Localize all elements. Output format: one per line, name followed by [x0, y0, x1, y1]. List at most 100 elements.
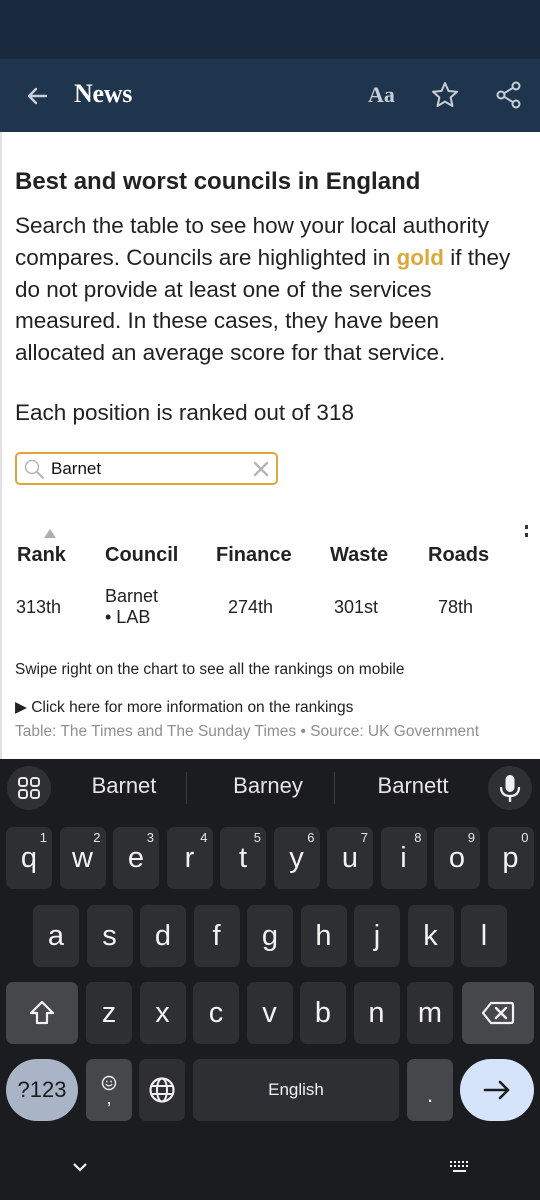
- suggestion-3[interactable]: Barnett: [343, 773, 483, 799]
- keyboard-switch-icon[interactable]: [448, 1159, 472, 1175]
- key-q[interactable]: q1: [6, 827, 52, 889]
- app-bar: News Aa: [0, 59, 540, 132]
- key-r[interactable]: r4: [166, 827, 213, 889]
- font-size-icon[interactable]: Aa: [368, 82, 395, 108]
- emoji-comma-key[interactable]: ,: [86, 1059, 132, 1121]
- key-number-hint: 7: [360, 830, 368, 845]
- backspace-key[interactable]: [462, 982, 534, 1044]
- key-h[interactable]: h: [300, 905, 347, 967]
- key-number-hint: 0: [521, 830, 529, 845]
- shift-icon: [29, 1000, 55, 1025]
- voice-input-button[interactable]: [488, 766, 532, 810]
- keyboard: Barnet Barney Barnett q1w2e3r4t5y6u7i8o9…: [0, 759, 540, 1200]
- shift-key[interactable]: [6, 982, 78, 1044]
- more-info-toggle[interactable]: ▶ Click here for more information on the…: [15, 698, 353, 717]
- column-header-council[interactable]: Council: [105, 544, 178, 567]
- column-header-roads[interactable]: Roads: [428, 544, 489, 567]
- key-number-hint: 4: [200, 830, 208, 845]
- suggestion-2[interactable]: Barney: [198, 773, 338, 799]
- gold-highlight: gold: [396, 244, 444, 270]
- sort-ascending-icon[interactable]: [44, 529, 56, 538]
- search-input[interactable]: [51, 457, 241, 481]
- cell-rank: 313th: [16, 597, 62, 617]
- swipe-note: Swipe right on the chart to see all the …: [15, 661, 405, 678]
- key-y[interactable]: y6: [273, 827, 320, 889]
- cell-roads: 78th: [438, 597, 474, 617]
- enter-key[interactable]: [460, 1059, 534, 1121]
- key-j[interactable]: j: [354, 905, 400, 967]
- key-v[interactable]: v: [246, 982, 293, 1044]
- key-number-hint: 6: [307, 830, 315, 845]
- hide-keyboard-chevron-icon[interactable]: [70, 1159, 90, 1175]
- key-label: r: [184, 841, 195, 874]
- key-d[interactable]: d: [140, 905, 186, 967]
- space-key[interactable]: English: [193, 1059, 399, 1121]
- suggestion-bar: Barnet Barney Barnett: [0, 759, 540, 817]
- comma-label: ,: [106, 1088, 112, 1108]
- cell-finance: 274th: [228, 597, 274, 617]
- symbols-key[interactable]: ?123: [6, 1059, 78, 1121]
- status-bar: [0, 0, 540, 59]
- key-label: o: [448, 841, 466, 874]
- key-b[interactable]: b: [300, 982, 346, 1044]
- key-label: p: [502, 841, 519, 874]
- key-label: q: [20, 841, 38, 874]
- column-header-finance[interactable]: Finance: [216, 544, 292, 567]
- suggestion-1[interactable]: Barnet: [54, 773, 194, 799]
- article-content: Best and worst councils in England Searc…: [0, 132, 540, 759]
- key-w[interactable]: w2: [59, 827, 106, 889]
- key-z[interactable]: z: [86, 982, 132, 1044]
- key-f[interactable]: f: [193, 905, 240, 967]
- key-e[interactable]: e3: [113, 827, 159, 889]
- council-party: • LAB: [105, 607, 151, 627]
- column-header-waste[interactable]: Waste: [330, 544, 388, 567]
- app-title: News: [74, 79, 133, 108]
- grid-icon: [18, 777, 40, 799]
- star-icon[interactable]: [430, 80, 460, 110]
- clipped-column-header: [525, 525, 529, 539]
- key-o[interactable]: o9: [434, 827, 480, 889]
- cell-council: Barnet • LAB: [105, 586, 158, 628]
- column-header-rank[interactable]: Rank: [17, 544, 66, 567]
- back-arrow-icon[interactable]: [22, 81, 52, 111]
- key-g[interactable]: g: [247, 905, 293, 967]
- source-credit: Table: The Times and The Sunday Times • …: [15, 723, 480, 740]
- key-number-hint: 8: [414, 830, 422, 845]
- key-label: y: [289, 841, 304, 874]
- arrow-right-icon: [483, 1080, 510, 1100]
- key-label: w: [72, 841, 93, 874]
- clear-search-icon[interactable]: [251, 459, 271, 479]
- period-key[interactable]: .: [407, 1059, 453, 1121]
- article-headline: Best and worst councils in England: [15, 168, 421, 195]
- key-x[interactable]: x: [139, 982, 186, 1044]
- share-icon[interactable]: [494, 80, 524, 110]
- key-c[interactable]: c: [193, 982, 239, 1044]
- key-n[interactable]: n: [353, 982, 400, 1044]
- language-key[interactable]: [139, 1059, 185, 1121]
- search-icon: [24, 459, 45, 480]
- key-s[interactable]: s: [86, 905, 133, 967]
- globe-icon: [149, 1077, 175, 1103]
- key-u[interactable]: u7: [327, 827, 373, 889]
- key-label: t: [238, 841, 248, 874]
- key-label: u: [341, 841, 359, 874]
- key-a[interactable]: a: [33, 905, 79, 967]
- apps-grid-button[interactable]: [7, 766, 51, 810]
- divider: [186, 772, 187, 804]
- key-number-hint: 9: [467, 830, 475, 845]
- key-l[interactable]: l: [461, 905, 507, 967]
- ranked-note: Each position is ranked out of 318: [15, 400, 354, 425]
- key-m[interactable]: m: [407, 982, 453, 1044]
- key-number-hint: 2: [93, 830, 101, 845]
- key-p[interactable]: p0: [487, 827, 534, 889]
- council-name: Barnet: [105, 586, 159, 606]
- search-box[interactable]: [15, 452, 278, 485]
- key-t[interactable]: t5: [220, 827, 266, 889]
- key-k[interactable]: k: [407, 905, 454, 967]
- divider: [334, 772, 335, 804]
- backspace-icon: [481, 1001, 515, 1025]
- key-label: e: [127, 841, 145, 874]
- key-label: i: [400, 841, 407, 874]
- key-i[interactable]: i8: [380, 827, 427, 889]
- microphone-icon: [499, 775, 521, 802]
